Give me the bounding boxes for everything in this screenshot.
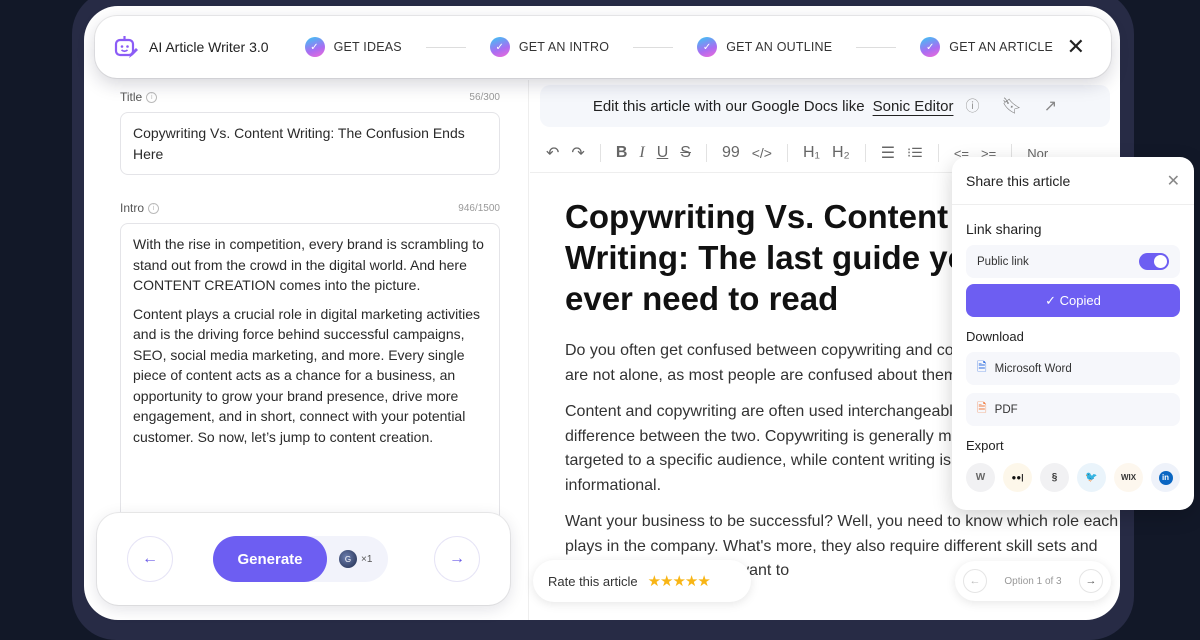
step-separator bbox=[425, 46, 466, 48]
twitter-export-icon[interactable]: 🐦 bbox=[1077, 463, 1106, 492]
doc-file-icon: 🗎 bbox=[977, 360, 987, 374]
link-sharing-heading: Link sharing bbox=[966, 221, 1042, 237]
option-label: Option 1 of 3 bbox=[1004, 575, 1062, 587]
export-heading: Export bbox=[966, 438, 1004, 453]
share-panel: Share this article ✕ Link sharing Public… bbox=[952, 157, 1194, 510]
star-rating[interactable]: ★★★★★ bbox=[648, 572, 711, 590]
info-icon[interactable]: i bbox=[148, 203, 160, 215]
option-pager: ← Option 1 of 3 → bbox=[955, 561, 1111, 601]
ordered-list-button[interactable]: ⁝☰ bbox=[901, 145, 929, 161]
info-icon[interactable]: i bbox=[146, 92, 158, 104]
external-link-icon[interactable]: ↗ bbox=[1044, 96, 1057, 116]
download-heading: Download bbox=[966, 329, 1024, 344]
download-word-button[interactable]: 🗎 Microsoft Word bbox=[966, 352, 1180, 385]
strikethrough-button[interactable]: S bbox=[674, 144, 697, 162]
export-targets: W ●●| § 🐦 WIX in bbox=[952, 463, 1194, 492]
intro-char-count: 946/1500 bbox=[458, 202, 500, 214]
toolbar-separator bbox=[937, 144, 939, 162]
wordpress-export-icon[interactable]: W bbox=[966, 463, 995, 492]
wix-export-icon[interactable]: WIX bbox=[1114, 463, 1143, 492]
generate-bar: ← Generate G ×1 → bbox=[97, 513, 510, 605]
intro-label-row: Intro i 946/1500 bbox=[110, 201, 510, 215]
sonic-editor-link[interactable]: Sonic Editor bbox=[873, 98, 954, 115]
step-get-outline[interactable]: ✓ GET AN OUTLINE bbox=[697, 37, 832, 57]
article-title-text: Copywriting Vs. Content Writing: The last… bbox=[565, 198, 1015, 317]
intro-label: Intro bbox=[120, 201, 145, 215]
check-icon: ✓ bbox=[697, 37, 718, 57]
close-icon[interactable]: ✕ bbox=[1167, 171, 1180, 191]
undo-icon[interactable]: ↶ bbox=[540, 143, 565, 163]
title-label: Title bbox=[120, 90, 143, 104]
linkedin-export-icon[interactable]: in bbox=[1151, 463, 1180, 492]
title-input[interactable]: Copywriting Vs. Content Writing: The Con… bbox=[120, 112, 500, 175]
credit-coin-icon: G bbox=[339, 550, 357, 568]
toolbar-separator bbox=[864, 144, 866, 162]
heading2-button[interactable]: H₂ bbox=[826, 144, 856, 162]
underline-button[interactable]: U bbox=[651, 144, 675, 162]
share-header: Share this article ✕ bbox=[952, 157, 1194, 205]
toolbar-separator bbox=[599, 144, 601, 162]
sonic-editor-banner: Edit this article with our Google Docs l… bbox=[540, 85, 1110, 127]
rate-article-pill: Rate this article ★★★★★ bbox=[533, 560, 751, 602]
credit-count: ×1 bbox=[361, 553, 373, 565]
close-icon[interactable]: ✕ bbox=[1067, 34, 1085, 60]
step-get-article[interactable]: ✓ GET AN ARTICLE bbox=[920, 37, 1053, 57]
next-button[interactable]: → bbox=[434, 536, 480, 582]
app-title: AI Article Writer 3.0 bbox=[149, 39, 269, 55]
step-separator bbox=[856, 46, 897, 48]
share-title: Share this article bbox=[966, 173, 1071, 189]
bookmark-icon[interactable]: 🔖︎ bbox=[1001, 96, 1021, 116]
rate-label: Rate this article bbox=[548, 573, 638, 589]
heading1-button[interactable]: H₁ bbox=[797, 144, 826, 162]
quote-button[interactable]: 99 bbox=[716, 144, 746, 162]
download-pdf-button[interactable]: 🗎 PDF bbox=[966, 393, 1180, 426]
code-button[interactable]: </> bbox=[746, 145, 778, 161]
previous-button[interactable]: ← bbox=[127, 536, 173, 582]
redo-icon[interactable]: ↷ bbox=[565, 143, 590, 163]
step-label: GET IDEAS bbox=[333, 40, 402, 54]
toolbar-separator bbox=[705, 144, 707, 162]
intro-paragraph: Content plays a crucial role in digital … bbox=[133, 305, 481, 445]
left-panel: Title i 56/300 Copywriting Vs. Content Wr… bbox=[110, 90, 510, 523]
previous-option-button[interactable]: ← bbox=[963, 569, 987, 593]
public-link-row: Public link bbox=[966, 245, 1180, 278]
panel-divider bbox=[528, 80, 529, 620]
linkedin-icon: in bbox=[1158, 470, 1173, 485]
step-label: GET AN OUTLINE bbox=[726, 40, 833, 54]
step-label: GET AN ARTICLE bbox=[949, 40, 1054, 54]
bold-button[interactable]: B bbox=[610, 144, 634, 162]
public-link-label: Public link bbox=[977, 255, 1029, 268]
check-icon: ✓ bbox=[489, 37, 510, 57]
pdf-file-icon: 🗎 bbox=[977, 401, 987, 415]
check-icon: ✓ bbox=[304, 37, 325, 57]
medium-export-icon[interactable]: ●●| bbox=[1003, 463, 1032, 492]
title-char-count: 56/300 bbox=[469, 91, 500, 103]
pdf-label: PDF bbox=[994, 403, 1018, 416]
generate-group: Generate G ×1 bbox=[213, 536, 389, 582]
next-option-button[interactable]: → bbox=[1079, 569, 1103, 593]
step-separator bbox=[633, 46, 674, 48]
generate-button[interactable]: Generate bbox=[213, 536, 327, 582]
arrow-left-icon: ← bbox=[142, 550, 158, 567]
step-label: GET AN INTRO bbox=[518, 40, 610, 54]
info-icon[interactable]: ⓘ bbox=[965, 96, 979, 116]
copy-link-button[interactable]: ✓ Copied bbox=[966, 284, 1180, 317]
step-header: AI Article Writer 3.0 ✓ GET IDEAS ✓ GET … bbox=[95, 16, 1111, 78]
public-link-toggle[interactable] bbox=[1139, 253, 1169, 270]
step-get-ideas[interactable]: ✓ GET IDEAS bbox=[304, 37, 402, 57]
intro-paragraph: With the rise in competition, every bran… bbox=[133, 236, 484, 293]
word-label: Microsoft Word bbox=[994, 362, 1072, 375]
robot-pen-logo-icon bbox=[114, 36, 138, 58]
arrow-right-icon: → bbox=[449, 550, 465, 567]
check-icon: ✓ bbox=[920, 37, 941, 57]
banner-text: Edit this article with our Google Docs l… bbox=[592, 97, 865, 115]
toolbar-separator bbox=[786, 144, 788, 162]
title-label-row: Title i 56/300 bbox=[110, 90, 510, 104]
squarespace-export-icon[interactable]: § bbox=[1040, 463, 1069, 492]
intro-textarea[interactable]: With the rise in competition, every bran… bbox=[120, 223, 500, 523]
bullet-list-button[interactable]: ☰ bbox=[875, 143, 901, 163]
step-get-intro[interactable]: ✓ GET AN INTRO bbox=[489, 37, 610, 57]
italic-button[interactable]: I bbox=[633, 144, 650, 162]
